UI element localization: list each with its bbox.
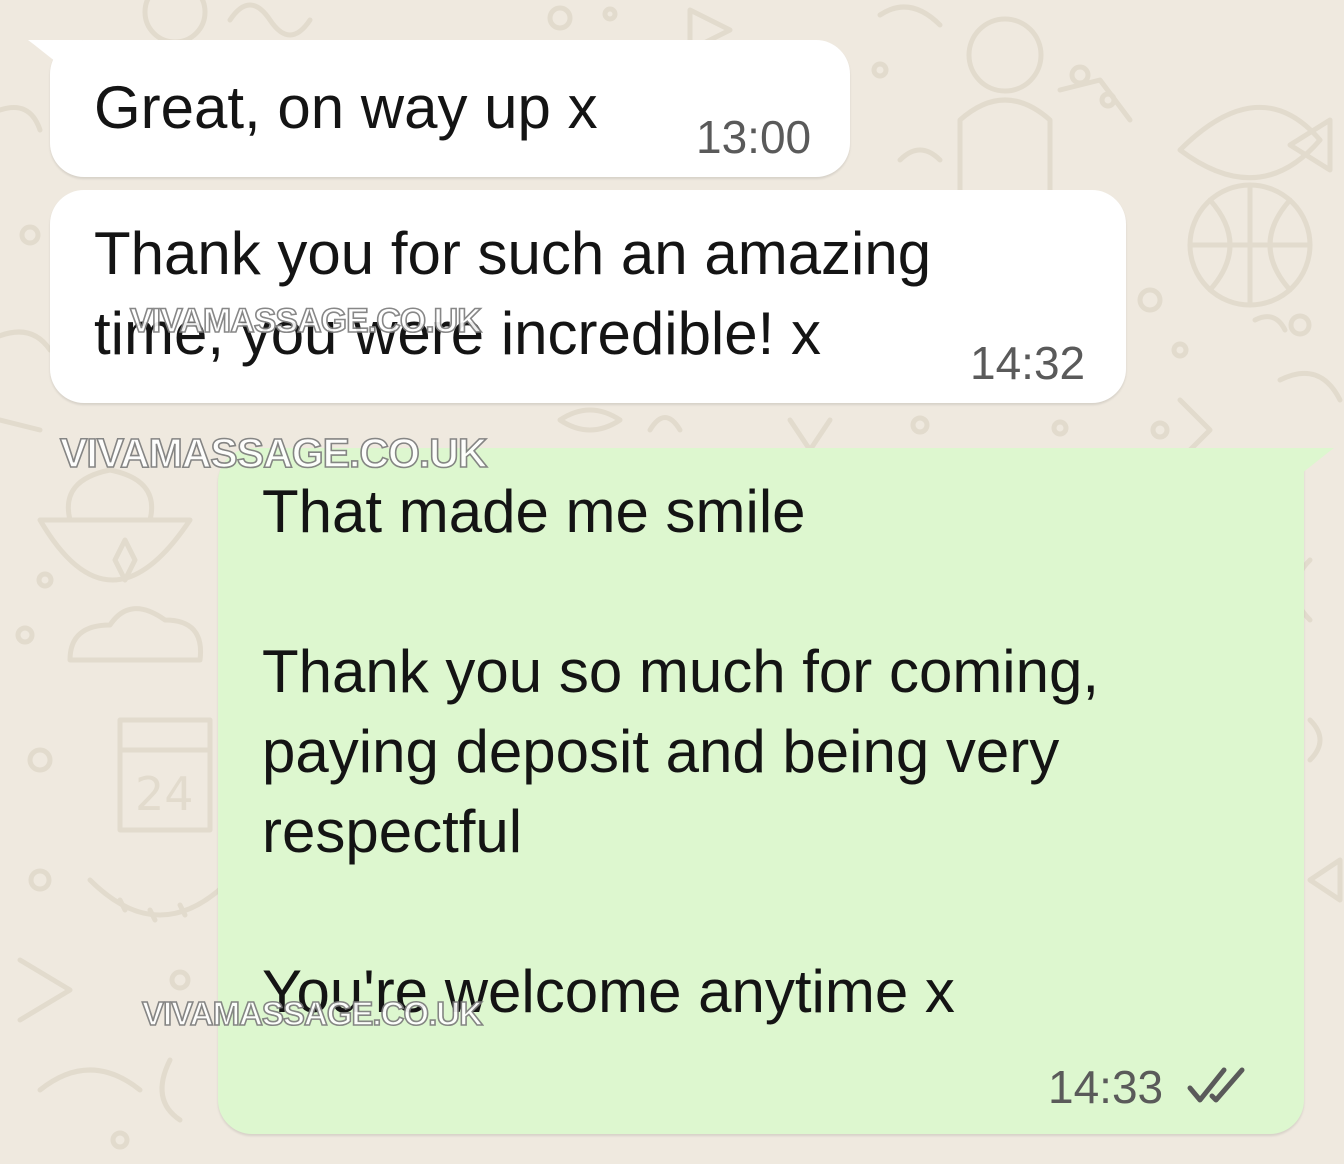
svg-text:24: 24: [135, 767, 194, 821]
message-text: Thank you for such an amazing time, you …: [94, 220, 932, 367]
watermark: VIVAMASSAGE.CO.UK: [129, 301, 482, 341]
message-text: That made me smile Thank you so much for…: [262, 478, 1100, 1025]
message-text: Great, on way up x: [94, 74, 598, 141]
incoming-bubble-tail: [28, 40, 82, 80]
incoming-message-bubble[interactable]: Thank you for such an amazing time, you …: [50, 190, 1126, 403]
incoming-message-bubble[interactable]: Great, on way up x 13:00: [50, 40, 850, 177]
message-timestamp: 14:33: [1048, 1061, 1164, 1113]
outgoing-bubble-tail: [1280, 448, 1334, 488]
message-timestamp: 14:32: [970, 337, 1086, 389]
message-timestamp: 13:00: [696, 111, 812, 163]
watermark: VIVAMASSAGE.CO.UK: [141, 994, 484, 1033]
double-check-icon: [1187, 1067, 1245, 1103]
watermark: VIVAMASSAGE.CO.UK: [59, 429, 488, 477]
